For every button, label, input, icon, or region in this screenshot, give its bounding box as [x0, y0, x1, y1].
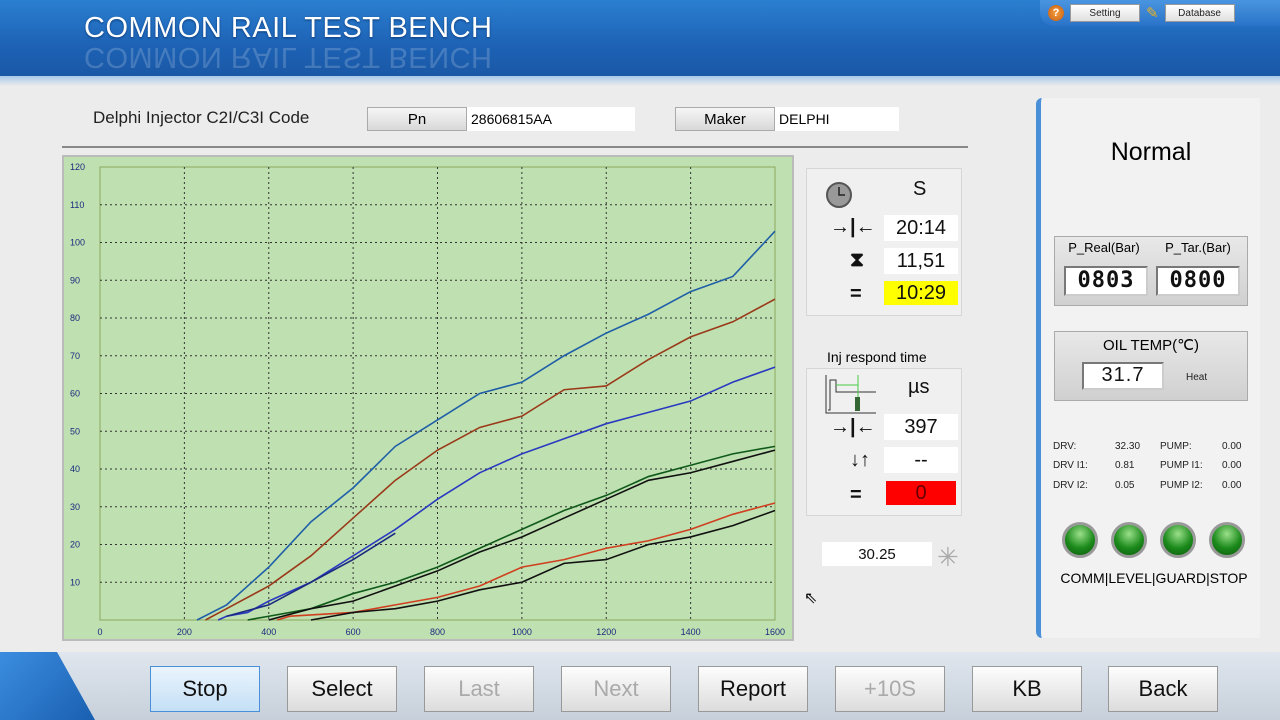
stop-led	[1209, 522, 1245, 558]
clock-icon	[826, 182, 852, 208]
y-tick-label: 20	[70, 540, 80, 550]
hourglass-value: 11,51	[884, 248, 958, 274]
x-tick-label: 600	[346, 627, 361, 637]
pump-value: 0.00	[1222, 441, 1242, 452]
oil-temp-value: 31.7	[1082, 362, 1164, 390]
pump-i2-label: PUMP I2:	[1160, 480, 1203, 491]
pn-button[interactable]: Pn	[367, 107, 467, 131]
divider	[62, 146, 968, 148]
drv-i2-label: DRV I2:	[1053, 480, 1088, 491]
drv-value: 32.30	[1115, 441, 1141, 452]
drv-i2-value: 0.05	[1115, 480, 1135, 491]
y-tick-label: 70	[70, 351, 80, 361]
drv-label: DRV:	[1053, 441, 1077, 452]
y-tick-label: 110	[70, 200, 84, 210]
indicators-label: COMM|LEVEL|GUARD|STOP	[1060, 570, 1248, 586]
flow-chart: 0 200 400 600 800 1000 1200 1400 1600 10 20 30 40 50 6…	[62, 155, 794, 641]
drv-i1-value: 0.81	[1115, 460, 1135, 471]
heat-label: Heat	[1186, 372, 1208, 383]
pump-i1-label: PUMP I1:	[1160, 460, 1203, 471]
report-button[interactable]: Report	[698, 666, 808, 712]
setting-button[interactable]: Setting	[1070, 4, 1140, 22]
y-tick-label: 30	[70, 502, 80, 512]
plus-10s-button[interactable]: +10S	[835, 666, 945, 712]
respond-unit: µs	[908, 376, 930, 398]
x-tick-label: 400	[261, 627, 276, 637]
x-tick-label: 0	[97, 627, 102, 637]
pump-i1-value: 0.00	[1222, 460, 1242, 471]
select-button[interactable]: Select	[287, 666, 397, 712]
chart-svg: 0 200 400 600 800 1000 1200 1400 1600 10 20 30 40 50 6…	[64, 157, 792, 639]
p-real-display: 0803	[1064, 266, 1148, 296]
hourglass-icon: ⧗	[850, 249, 865, 271]
p-tar-label: P_Tar.(Bar)	[1165, 240, 1231, 255]
maker-button[interactable]: Maker	[675, 107, 775, 131]
app-title-reflection: COMMON RAIL TEST BENCH	[84, 41, 493, 73]
status-text: Normal	[1110, 138, 1192, 166]
equals-icon: =	[850, 484, 862, 506]
lift-icon: ↓↑	[850, 449, 870, 471]
y-tick-label: 90	[70, 275, 80, 285]
y-tick-label: 60	[70, 389, 80, 399]
guard-led	[1160, 522, 1196, 558]
x-tick-label: 800	[430, 627, 445, 637]
misc-value: 30.25	[822, 542, 932, 566]
drv-i1-label: DRV I1:	[1053, 460, 1088, 471]
respond-title: Inj respond time	[827, 349, 927, 365]
loading-spinner-icon: ✳	[937, 542, 959, 572]
timer-unit: S	[913, 178, 927, 200]
x-tick-label: 1000	[512, 627, 532, 637]
stop-button[interactable]: Stop	[150, 666, 260, 712]
top-toolbar: ? Setting ✎ Database	[1040, 0, 1280, 26]
respond-result-value: 0	[886, 481, 956, 505]
pump-i2-value: 0.00	[1222, 480, 1242, 491]
y-tick-label: 120	[70, 162, 85, 172]
comm-led	[1062, 522, 1098, 558]
database-button[interactable]: Database	[1164, 4, 1235, 22]
injector-waveform-icon	[825, 375, 876, 414]
y-tick-label: 10	[70, 577, 80, 587]
x-tick-label: 200	[177, 627, 192, 637]
respond-interval-value: 397	[884, 414, 958, 440]
interval-value: 20:14	[884, 215, 958, 241]
kb-button[interactable]: KB	[972, 666, 1082, 712]
y-tick-label: 100	[70, 238, 85, 248]
elapsed-value: 10:29	[884, 281, 958, 305]
last-button[interactable]: Last	[424, 666, 534, 712]
oil-temp-label: OIL TEMP(℃)	[1102, 337, 1200, 354]
help-icon[interactable]: ?	[1048, 5, 1064, 21]
maker-field[interactable]: DELPHI	[775, 107, 899, 131]
p-real-label: P_Real(Bar)	[1068, 240, 1140, 255]
next-button[interactable]: Next	[561, 666, 671, 712]
y-tick-label: 50	[70, 426, 80, 436]
pn-field[interactable]: 28606815AA	[467, 107, 635, 131]
respond-delta-value: --	[884, 447, 958, 473]
interval-icon: →|←	[830, 416, 876, 438]
y-tick-label: 40	[70, 464, 80, 474]
mouse-cursor-icon: ⇖	[804, 590, 818, 607]
y-tick-label: 80	[70, 313, 80, 323]
x-tick-label: 1600	[765, 627, 785, 637]
interval-icon: →|←	[830, 216, 876, 238]
injector-code-label: Delphi Injector C2I/C3I Code	[93, 108, 310, 127]
back-button[interactable]: Back	[1108, 666, 1218, 712]
equals-icon: =	[850, 283, 862, 305]
x-tick-label: 1400	[681, 627, 701, 637]
level-led	[1111, 522, 1147, 558]
x-tick-label: 1200	[596, 627, 616, 637]
p-tar-display: 0800	[1156, 266, 1240, 296]
pump-label: PUMP:	[1160, 441, 1192, 452]
pencil-icon: ✎	[1146, 5, 1159, 22]
